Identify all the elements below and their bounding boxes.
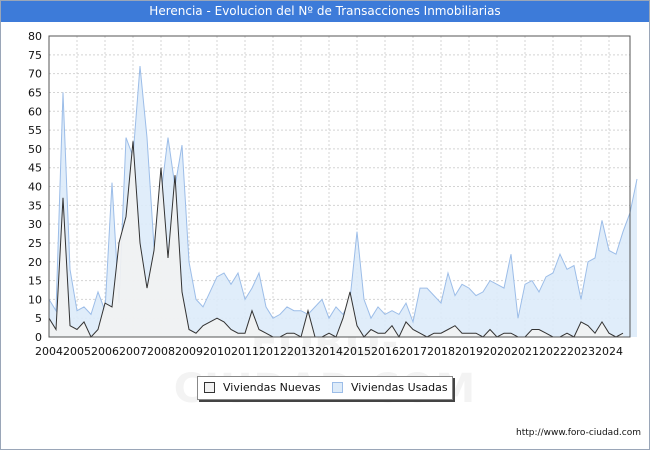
x-tick-label: 2008 xyxy=(147,345,175,358)
footer-url: http://www.foro-ciudad.com xyxy=(516,428,641,438)
y-tick-label: 10 xyxy=(28,293,42,306)
legend-label-usadas: Viviendas Usadas xyxy=(351,381,448,394)
x-tick-label: 2014 xyxy=(315,345,343,358)
x-tick-label: 2016 xyxy=(371,345,399,358)
y-tick-label: 70 xyxy=(28,68,42,81)
x-tick-label: 2011 xyxy=(231,345,259,358)
y-tick-label: 5 xyxy=(35,312,42,325)
x-tick-label: 2010 xyxy=(203,345,231,358)
x-tick-label: 2015 xyxy=(343,345,371,358)
x-tick-label: 2021 xyxy=(511,345,539,358)
x-tick-label: 2012 xyxy=(259,345,287,358)
x-tick-label: 2007 xyxy=(119,345,147,358)
y-tick-label: 20 xyxy=(28,256,42,269)
y-tick-label: 65 xyxy=(28,86,42,99)
x-tick-label: 2006 xyxy=(91,345,119,358)
legend-item-nuevas: Viviendas Nuevas xyxy=(204,381,321,394)
x-tick-label: 2005 xyxy=(63,345,91,358)
y-tick-label: 15 xyxy=(28,275,42,288)
x-tick-label: 2009 xyxy=(175,345,203,358)
legend-item-usadas: Viviendas Usadas xyxy=(332,381,448,394)
y-tick-label: 50 xyxy=(28,143,42,156)
y-tick-label: 55 xyxy=(28,124,42,137)
y-tick-label: 75 xyxy=(28,49,42,62)
x-tick-label: 2020 xyxy=(483,345,511,358)
y-tick-label: 80 xyxy=(28,30,42,43)
x-tick-label: 2018 xyxy=(427,345,455,358)
x-tick-label: 2022 xyxy=(539,345,567,358)
y-tick-label: 40 xyxy=(28,181,42,194)
y-tick-label: 25 xyxy=(28,237,42,250)
legend-label-nuevas: Viviendas Nuevas xyxy=(223,381,321,394)
y-tick-label: 0 xyxy=(35,331,42,344)
x-tick-label: 2023 xyxy=(567,345,595,358)
x-tick-label: 2024 xyxy=(595,345,623,358)
x-tick-label: 2019 xyxy=(455,345,483,358)
y-tick-label: 30 xyxy=(28,218,42,231)
x-tick-label: 2013 xyxy=(287,345,315,358)
y-tick-label: 35 xyxy=(28,199,42,212)
legend-swatch-nuevas xyxy=(204,382,215,393)
x-tick-label: 2017 xyxy=(399,345,427,358)
x-tick-label: 2004 xyxy=(35,345,63,358)
y-tick-label: 60 xyxy=(28,105,42,118)
legend-swatch-usadas xyxy=(332,382,343,393)
chart-legend: Viviendas Nuevas Viviendas Usadas xyxy=(197,376,453,400)
y-tick-label: 45 xyxy=(28,162,42,175)
